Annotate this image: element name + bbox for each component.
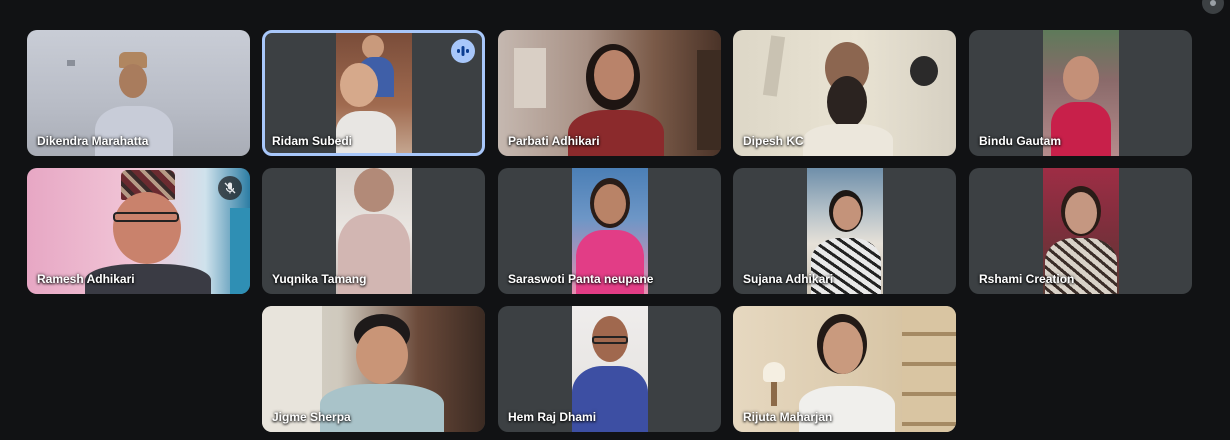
participant-name: Bindu Gautam bbox=[979, 134, 1062, 148]
participant-tile[interactable]: Ramesh Adhikari bbox=[27, 168, 250, 294]
participant-name: Sujana Adhikari bbox=[743, 272, 834, 286]
participant-name: Yuqnika Tamang bbox=[272, 272, 367, 286]
participant-name: Saraswoti Panta neupane bbox=[508, 272, 654, 286]
audio-level-icon bbox=[457, 46, 469, 56]
audio-level-indicator bbox=[451, 39, 475, 63]
mic-off-icon bbox=[224, 182, 236, 194]
participant-name: Jigme Sherpa bbox=[272, 410, 351, 424]
participant-name: Parbati Adhikari bbox=[508, 134, 600, 148]
participant-tile[interactable]: Jigme Sherpa bbox=[262, 306, 485, 432]
participant-tile[interactable]: Rshami Creation bbox=[969, 168, 1192, 294]
muted-indicator bbox=[218, 176, 242, 200]
participant-name: Dikendra Marahatta bbox=[37, 134, 149, 148]
participant-name: Hem Raj Dhami bbox=[508, 410, 597, 424]
participant-tile[interactable]: Saraswoti Panta neupane bbox=[498, 168, 721, 294]
top-right-control[interactable] bbox=[1202, 0, 1224, 14]
participant-name: Ramesh Adhikari bbox=[37, 272, 135, 286]
participant-tile[interactable]: Dipesh KC bbox=[733, 30, 956, 156]
participant-name: Ridam Subedi bbox=[272, 134, 353, 148]
participant-tile[interactable]: Rijuta Maharjan bbox=[733, 306, 956, 432]
more-icon bbox=[1210, 0, 1216, 6]
participant-tile[interactable]: Dikendra Marahatta bbox=[27, 30, 250, 156]
participant-tile[interactable]: Sujana Adhikari bbox=[733, 168, 956, 294]
participant-tile[interactable]: Hem Raj Dhami bbox=[498, 306, 721, 432]
participant-name: Dipesh KC bbox=[743, 134, 804, 148]
participant-name: Rijuta Maharjan bbox=[743, 410, 833, 424]
participant-tile[interactable]: Yuqnika Tamang bbox=[262, 168, 485, 294]
participant-name: Rshami Creation bbox=[979, 272, 1075, 286]
participant-tile[interactable]: Bindu Gautam bbox=[969, 30, 1192, 156]
participant-tile-active-speaker[interactable]: Ridam Subedi bbox=[262, 30, 485, 156]
participant-tile[interactable]: Parbati Adhikari bbox=[498, 30, 721, 156]
